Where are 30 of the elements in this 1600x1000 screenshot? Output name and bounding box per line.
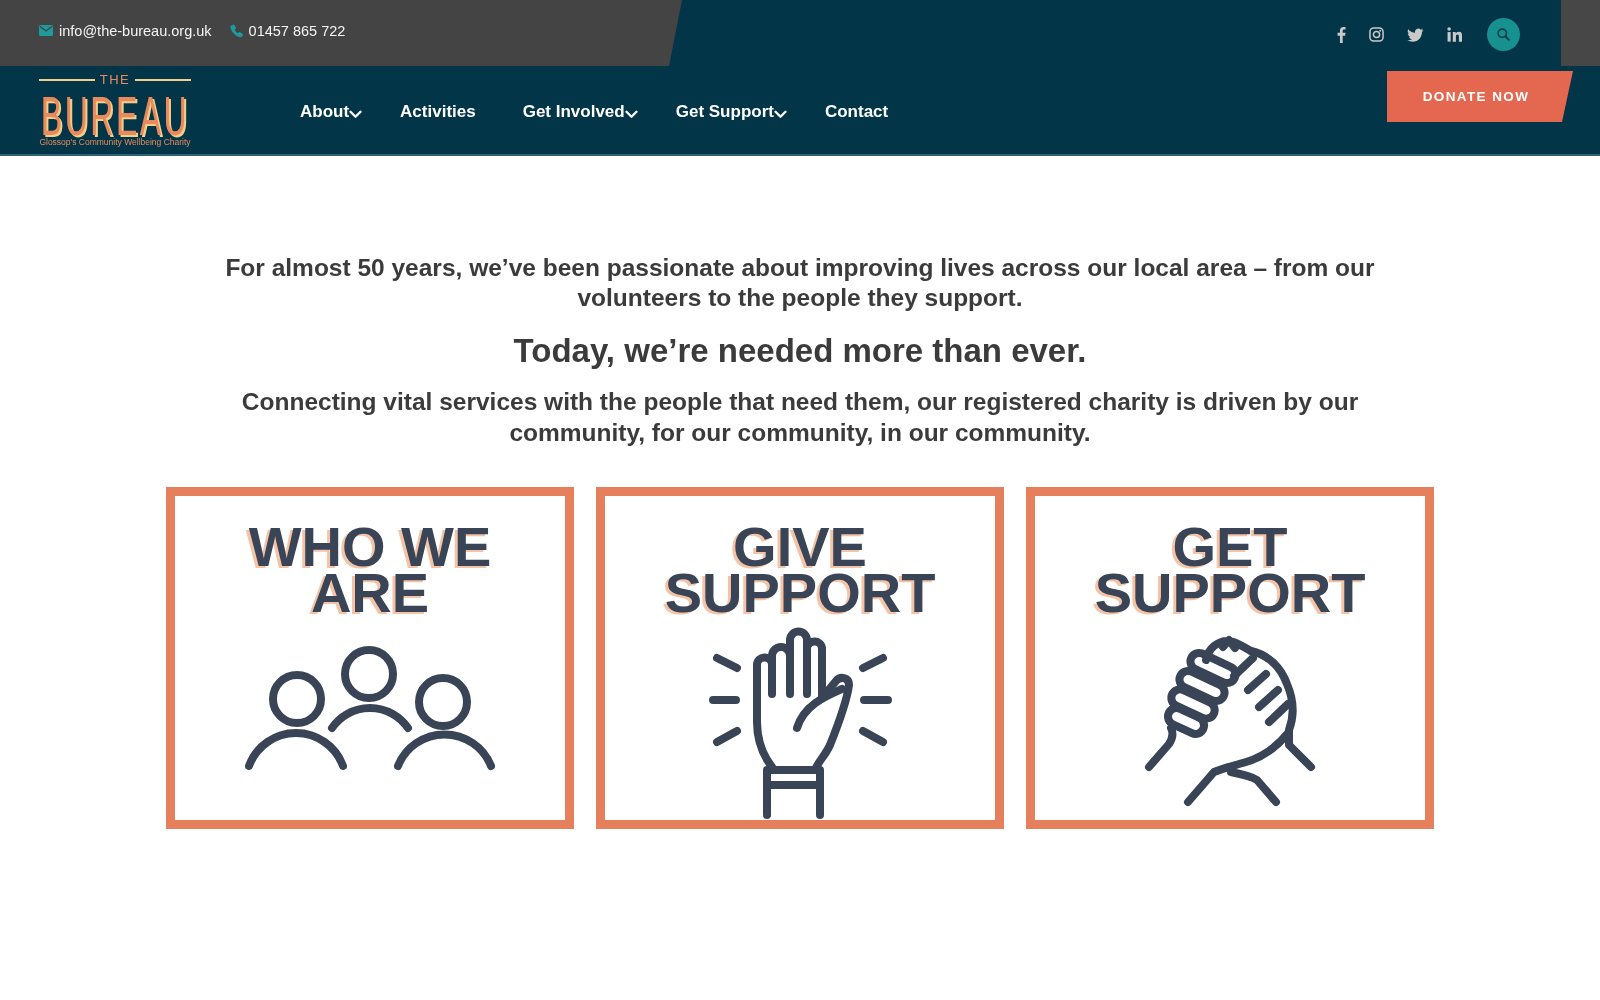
intro-text: For almost 50 years, we’ve been passionate about improving lives across our local area – from our volunteers to the people they support. — [224, 253, 1376, 313]
phone-icon — [229, 23, 243, 38]
header-accent — [1561, 0, 1600, 66]
nav-link[interactable]: About — [300, 101, 363, 122]
search-icon — [1497, 27, 1510, 41]
phone-link[interactable]: 01457 865 722 — [229, 22, 346, 39]
mail-icon — [39, 25, 53, 36]
nav-link[interactable]: Get Support — [675, 101, 787, 122]
nav-link[interactable]: Get Involved — [522, 101, 638, 122]
search-button[interactable] — [1487, 17, 1520, 51]
card-title: GET SUPPORT — [1093, 524, 1367, 616]
instagram-icon[interactable] — [1369, 26, 1384, 42]
mission-text: Connecting vital services with the people that need them, our registered charity is driven by our community, for our community, in our community. — [240, 387, 1360, 448]
linkedin-icon[interactable] — [1447, 26, 1462, 42]
logo-wordmark: BUREAU — [39, 93, 190, 139]
logo-tagline: Glossop's Community Wellbeing Charity — [39, 137, 191, 147]
card-title: WHO WE ARE — [247, 524, 493, 616]
link-card[interactable]: WHO WE ARE — [166, 487, 574, 829]
nav-link[interactable]: Activities — [400, 101, 476, 122]
raised-hand-icon — [707, 626, 893, 820]
facebook-icon[interactable] — [1337, 25, 1346, 43]
nav-link[interactable]: Contact — [824, 101, 889, 122]
email-link[interactable]: info@the-bureau.org.uk — [39, 22, 212, 39]
people-group-icon — [243, 645, 497, 771]
headline: Today, we’re needed more than ever. — [513, 331, 1087, 371]
link-card[interactable]: GIVE SUPPORT — [596, 487, 1004, 829]
twitter-icon[interactable] — [1407, 26, 1424, 42]
logo-overline: THE — [99, 73, 131, 87]
link-card[interactable]: GET SUPPORT — [1026, 487, 1434, 829]
card-title: GIVE SUPPORT — [663, 524, 937, 616]
